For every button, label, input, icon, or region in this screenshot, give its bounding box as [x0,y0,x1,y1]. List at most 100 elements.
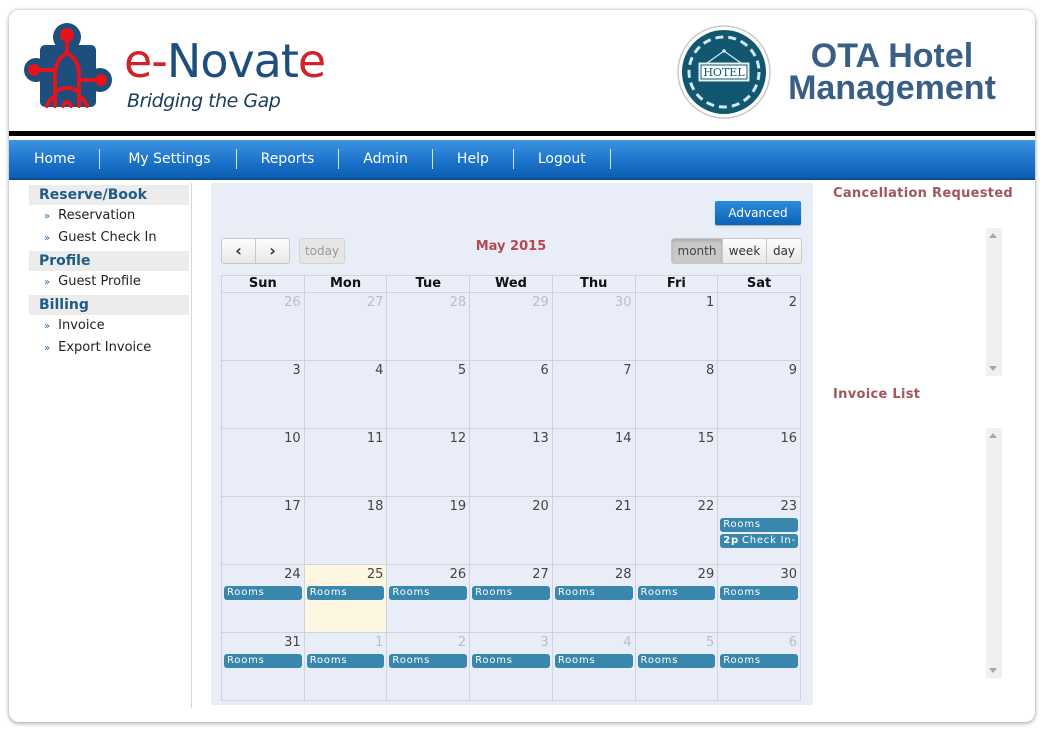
day-cell[interactable]: 27 [303,292,388,361]
brand-suffix: e [297,34,326,88]
day-cell[interactable]: 21 [551,496,636,565]
calendar-event[interactable]: Rooms [472,654,550,668]
event-title: Rooms [723,519,761,530]
day-cell[interactable]: 11 [303,428,388,497]
event-title: Rooms [227,587,265,598]
prev-month-button[interactable]: ‹ [222,239,256,263]
day-cell[interactable]: 27 Rooms [469,564,553,633]
day-cell[interactable]: 5 Rooms [634,632,719,701]
day-cell[interactable]: 1 Rooms [303,632,388,701]
day-cell[interactable]: 9 [717,360,801,429]
day-cell[interactable]: 20 [469,496,553,565]
day-cell[interactable]: 29 Rooms [634,564,719,633]
day-cell[interactable]: 26 [221,292,305,361]
calendar-event[interactable]: Rooms [637,586,716,600]
day-cell[interactable]: 4 Rooms [551,632,636,701]
calendar-event[interactable]: Rooms [554,654,633,668]
nav-admin[interactable]: Admin [339,149,433,169]
nav-help[interactable]: Help [433,149,514,169]
day-cell[interactable]: 6 Rooms [717,632,801,701]
calendar-event[interactable]: Rooms [637,654,716,668]
day-cell[interactable]: 14 [551,428,636,497]
view-week-button[interactable]: week [723,239,767,263]
day-cell[interactable]: 18 [303,496,388,565]
sidebar-item-reservation[interactable]: » Reservation [29,205,191,227]
chevron-left-icon: ‹ [235,241,242,260]
day-cell[interactable]: 30 Rooms [717,564,801,633]
sidebar-item-guest-profile[interactable]: » Guest Profile [29,271,191,293]
sidebar-item-guest-check-in[interactable]: » Guest Check In [29,227,191,249]
advanced-button[interactable]: Advanced [715,201,801,225]
cancellation-list-scrollbar[interactable] [986,228,1002,376]
day-cell[interactable]: 30 [551,292,636,361]
day-cell[interactable]: 22 [634,496,719,565]
day-cell[interactable]: 5 [386,360,471,429]
day-cell[interactable]: 25 Rooms [303,564,388,633]
nav-reports[interactable]: Reports [237,149,340,169]
day-cell[interactable]: 12 [386,428,471,497]
day-cell[interactable]: 16 [717,428,801,497]
day-cell[interactable]: 19 [386,496,471,565]
day-cell[interactable]: 10 [221,428,305,497]
day-cell[interactable]: 6 [469,360,553,429]
day-cell[interactable]: 31 Rooms [221,632,305,701]
day-number: 5 [705,635,715,650]
day-cell[interactable]: 28 [386,292,471,361]
calendar-event[interactable]: Rooms [389,586,468,600]
day-number: 13 [532,431,549,446]
week-row: 17 18 19 20 21 22 23 Rooms 2p Check In- [221,496,801,565]
sidebar-item-invoice[interactable]: » Invoice [29,315,191,337]
next-month-button[interactable]: › [256,239,289,263]
day-number: 12 [449,431,467,446]
calendar-event[interactable]: Rooms [554,586,633,600]
calendar-event[interactable]: Rooms [306,654,385,668]
calendar-event[interactable]: Rooms [389,654,468,668]
scroll-up-icon[interactable] [989,233,997,238]
calendar-event[interactable]: Rooms [224,586,302,600]
sidebar-item-export-invoice[interactable]: » Export Invoice [29,337,191,359]
scroll-up-icon[interactable] [989,433,997,438]
scroll-down-icon[interactable] [989,668,997,673]
calendar-event[interactable]: 2p Check In- [720,534,798,548]
today-button[interactable]: today [299,238,345,264]
invoice-list-scrollbar[interactable] [986,428,1002,678]
app-title: OTA Hotel Management [777,39,1007,105]
day-cell[interactable]: 7 [551,360,636,429]
cancellation-requested-heading: Cancellation Requested [833,186,1014,201]
view-month-button[interactable]: month [672,239,723,263]
chevron-right-icon: › [269,241,276,260]
day-number: 28 [614,567,632,582]
day-cell[interactable]: 13 [469,428,553,497]
nav-my-settings[interactable]: My Settings [100,149,237,169]
day-number: 27 [366,295,384,310]
day-cell[interactable]: 4 [303,360,388,429]
day-cell[interactable]: 24 Rooms [221,564,305,633]
day-number: 26 [284,295,301,310]
calendar-event[interactable]: Rooms [306,586,385,600]
day-number: 10 [284,431,301,446]
day-cell[interactable]: 28 Rooms [551,564,636,633]
nav-home[interactable]: Home [9,149,101,169]
day-cell[interactable]: 8 [634,360,719,429]
day-cell[interactable]: 15 [634,428,719,497]
day-number: 21 [614,499,632,514]
day-cell[interactable]: 2 Rooms [386,632,471,701]
calendar-event[interactable]: Rooms [720,518,798,532]
calendar-event[interactable]: Rooms [472,586,550,600]
day-cell[interactable]: 29 [469,292,553,361]
day-cell[interactable]: 26 Rooms [386,564,471,633]
day-cell[interactable]: 23 Rooms 2p Check In- [717,496,801,565]
day-cell[interactable]: 1 [634,292,719,361]
day-cell[interactable]: 3 Rooms [469,632,553,701]
event-title: Rooms [227,655,265,666]
scroll-down-icon[interactable] [989,366,997,371]
day-cell[interactable]: 3 [221,360,305,429]
calendar-event[interactable]: Rooms [224,654,302,668]
day-cell[interactable]: 17 [221,496,305,565]
nav-logout[interactable]: Logout [514,149,611,169]
day-cell[interactable]: 2 [717,292,801,361]
day-number: 25 [366,567,384,582]
calendar-event[interactable]: Rooms [720,586,798,600]
view-day-button[interactable]: day [767,239,801,263]
calendar-event[interactable]: Rooms [720,654,798,668]
